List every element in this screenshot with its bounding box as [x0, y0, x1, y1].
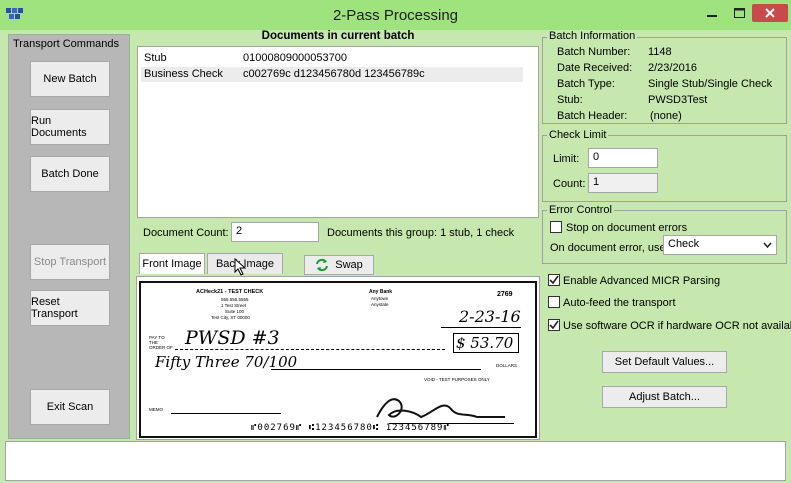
error-control-legend: Error Control — [547, 204, 614, 216]
exit-scan-button[interactable]: Exit Scan — [30, 389, 110, 425]
limit-label: Limit: — [553, 153, 580, 165]
count-label: Count: — [553, 178, 586, 190]
swap-button[interactable]: Swap — [304, 255, 374, 275]
adjust-batch-button[interactable]: Adjust Batch... — [602, 386, 727, 408]
date-received-value: 2/23/2016 — [648, 62, 697, 74]
on-error-value: Check — [668, 238, 700, 250]
title-bar: 2-Pass Processing — [0, 0, 791, 30]
limit-field[interactable]: 0 — [588, 148, 658, 168]
on-error-label: On document error, use: — [550, 242, 669, 254]
document-type: Stub — [144, 52, 167, 64]
signature-icon — [376, 398, 505, 419]
check-bank-line2: Anytown — [371, 296, 389, 301]
count-field: 1 — [588, 173, 658, 193]
date-received-label: Date Received: — [557, 62, 633, 74]
transport-commands-legend: Transport Commands — [11, 38, 121, 50]
swap-icon — [316, 258, 329, 272]
check-company: ACHeck21 - TEST CHECK — [196, 289, 264, 295]
on-error-select[interactable]: Check — [663, 235, 777, 255]
batch-done-button[interactable]: Batch Done — [30, 156, 110, 192]
software-ocr-checkbox[interactable] — [548, 319, 560, 331]
batch-information-legend: Batch Information — [547, 30, 638, 42]
new-batch-button[interactable]: New Batch — [30, 61, 110, 97]
set-default-values-button[interactable]: Set Default Values... — [602, 351, 727, 373]
check-payee: PWSD #3 — [185, 327, 280, 349]
memo-label: MEMO — [149, 407, 163, 412]
batch-type-value: Single Stub/Single Check — [648, 78, 773, 90]
documents-group-text: Documents this group: 1 stub, 1 check — [327, 227, 515, 239]
advanced-micr-label: Enable Advanced MICR Parsing — [563, 275, 721, 287]
batch-header-value: (none) — [650, 110, 682, 122]
document-data: c002769c d123456780d 123456789c — [243, 68, 425, 80]
check-company-line2: 555.555.5555 — [221, 297, 249, 302]
document-data: 01000809000053700 — [243, 52, 348, 64]
stop-on-errors-label: Stop on document errors — [566, 222, 688, 234]
memo-line — [171, 413, 281, 414]
minimize-icon — [707, 15, 717, 17]
window-title: 2-Pass Processing — [332, 7, 459, 24]
check-image-panel: ACHeck21 - TEST CHECK 555.555.5555 1 Tes… — [136, 276, 540, 440]
check-limit-legend: Check Limit — [547, 129, 609, 141]
stop-on-errors-checkbox[interactable] — [550, 221, 562, 233]
check-bank: Any Bank — [369, 289, 393, 295]
document-count-field[interactable]: 2 — [231, 222, 319, 242]
list-item[interactable]: Stub 01000809000053700 — [141, 52, 533, 66]
checkmark-icon — [549, 320, 559, 330]
void-text: VOID - TEST PURPOSES ONLY — [424, 377, 490, 382]
auto-feed-label: Auto-feed the transport — [563, 297, 676, 309]
micr-line: ⑈002769⑈ ⑆123456780⑆ 123456789⑈ — [251, 423, 450, 433]
batch-number-label: Batch Number: — [557, 46, 631, 58]
payee-line — [175, 349, 445, 350]
advanced-micr-checkbox[interactable] — [548, 274, 560, 286]
check-number: 2769 — [497, 291, 513, 298]
documents-header: Documents in current batch — [261, 30, 415, 42]
check-company-line5: Test City, ST 00000 — [211, 315, 250, 320]
close-icon — [765, 8, 775, 18]
pay-to-label: PAY TO THE ORDER OF — [149, 335, 173, 350]
stub-value: PWSD3Test — [648, 94, 708, 106]
document-count-label: Document Count: — [143, 227, 229, 239]
chevron-down-icon — [763, 242, 772, 248]
software-ocr-label: Use software OCR if hardware OCR not ava… — [563, 320, 791, 332]
auto-feed-checkbox[interactable] — [548, 296, 560, 308]
maximize-button[interactable] — [727, 4, 751, 22]
run-documents-button[interactable]: Run Documents — [30, 109, 110, 145]
status-area — [5, 441, 786, 481]
check-amount: $ 53.70 — [453, 333, 519, 353]
maximize-icon — [733, 8, 745, 18]
reset-transport-button[interactable]: Reset Transport — [30, 290, 110, 326]
check-image: ACHeck21 - TEST CHECK 555.555.5555 1 Tes… — [139, 281, 537, 438]
check-bank-line3: Anystate — [371, 302, 389, 307]
dollars-label: DOLLARS — [496, 363, 518, 368]
swap-label: Swap — [335, 259, 363, 271]
mouse-cursor-icon — [234, 258, 247, 276]
close-button[interactable] — [752, 4, 788, 22]
check-date: 2-23-16 — [459, 307, 521, 326]
check-limit-group — [542, 135, 787, 202]
batch-type-label: Batch Type: — [557, 78, 615, 90]
stub-label: Stub: — [557, 94, 583, 106]
document-type: Business Check — [144, 68, 223, 80]
list-item[interactable]: Business Check c002769c d123456780d 1234… — [141, 67, 523, 82]
batch-number-value: 1148 — [648, 46, 672, 58]
stop-transport-button[interactable]: Stop Transport — [30, 244, 110, 280]
date-line — [441, 327, 521, 328]
written-line — [271, 369, 481, 370]
tab-front-image[interactable]: Front Image — [139, 253, 205, 274]
checkmark-icon — [549, 275, 559, 285]
minimize-button[interactable] — [700, 4, 724, 22]
check-company-line3: 1 Test Street — [221, 303, 247, 308]
batch-header-label: Batch Header: — [557, 110, 628, 122]
check-company-line4: Suite 100 — [225, 309, 245, 314]
documents-list[interactable]: Stub 01000809000053700 Business Check c0… — [137, 46, 539, 218]
